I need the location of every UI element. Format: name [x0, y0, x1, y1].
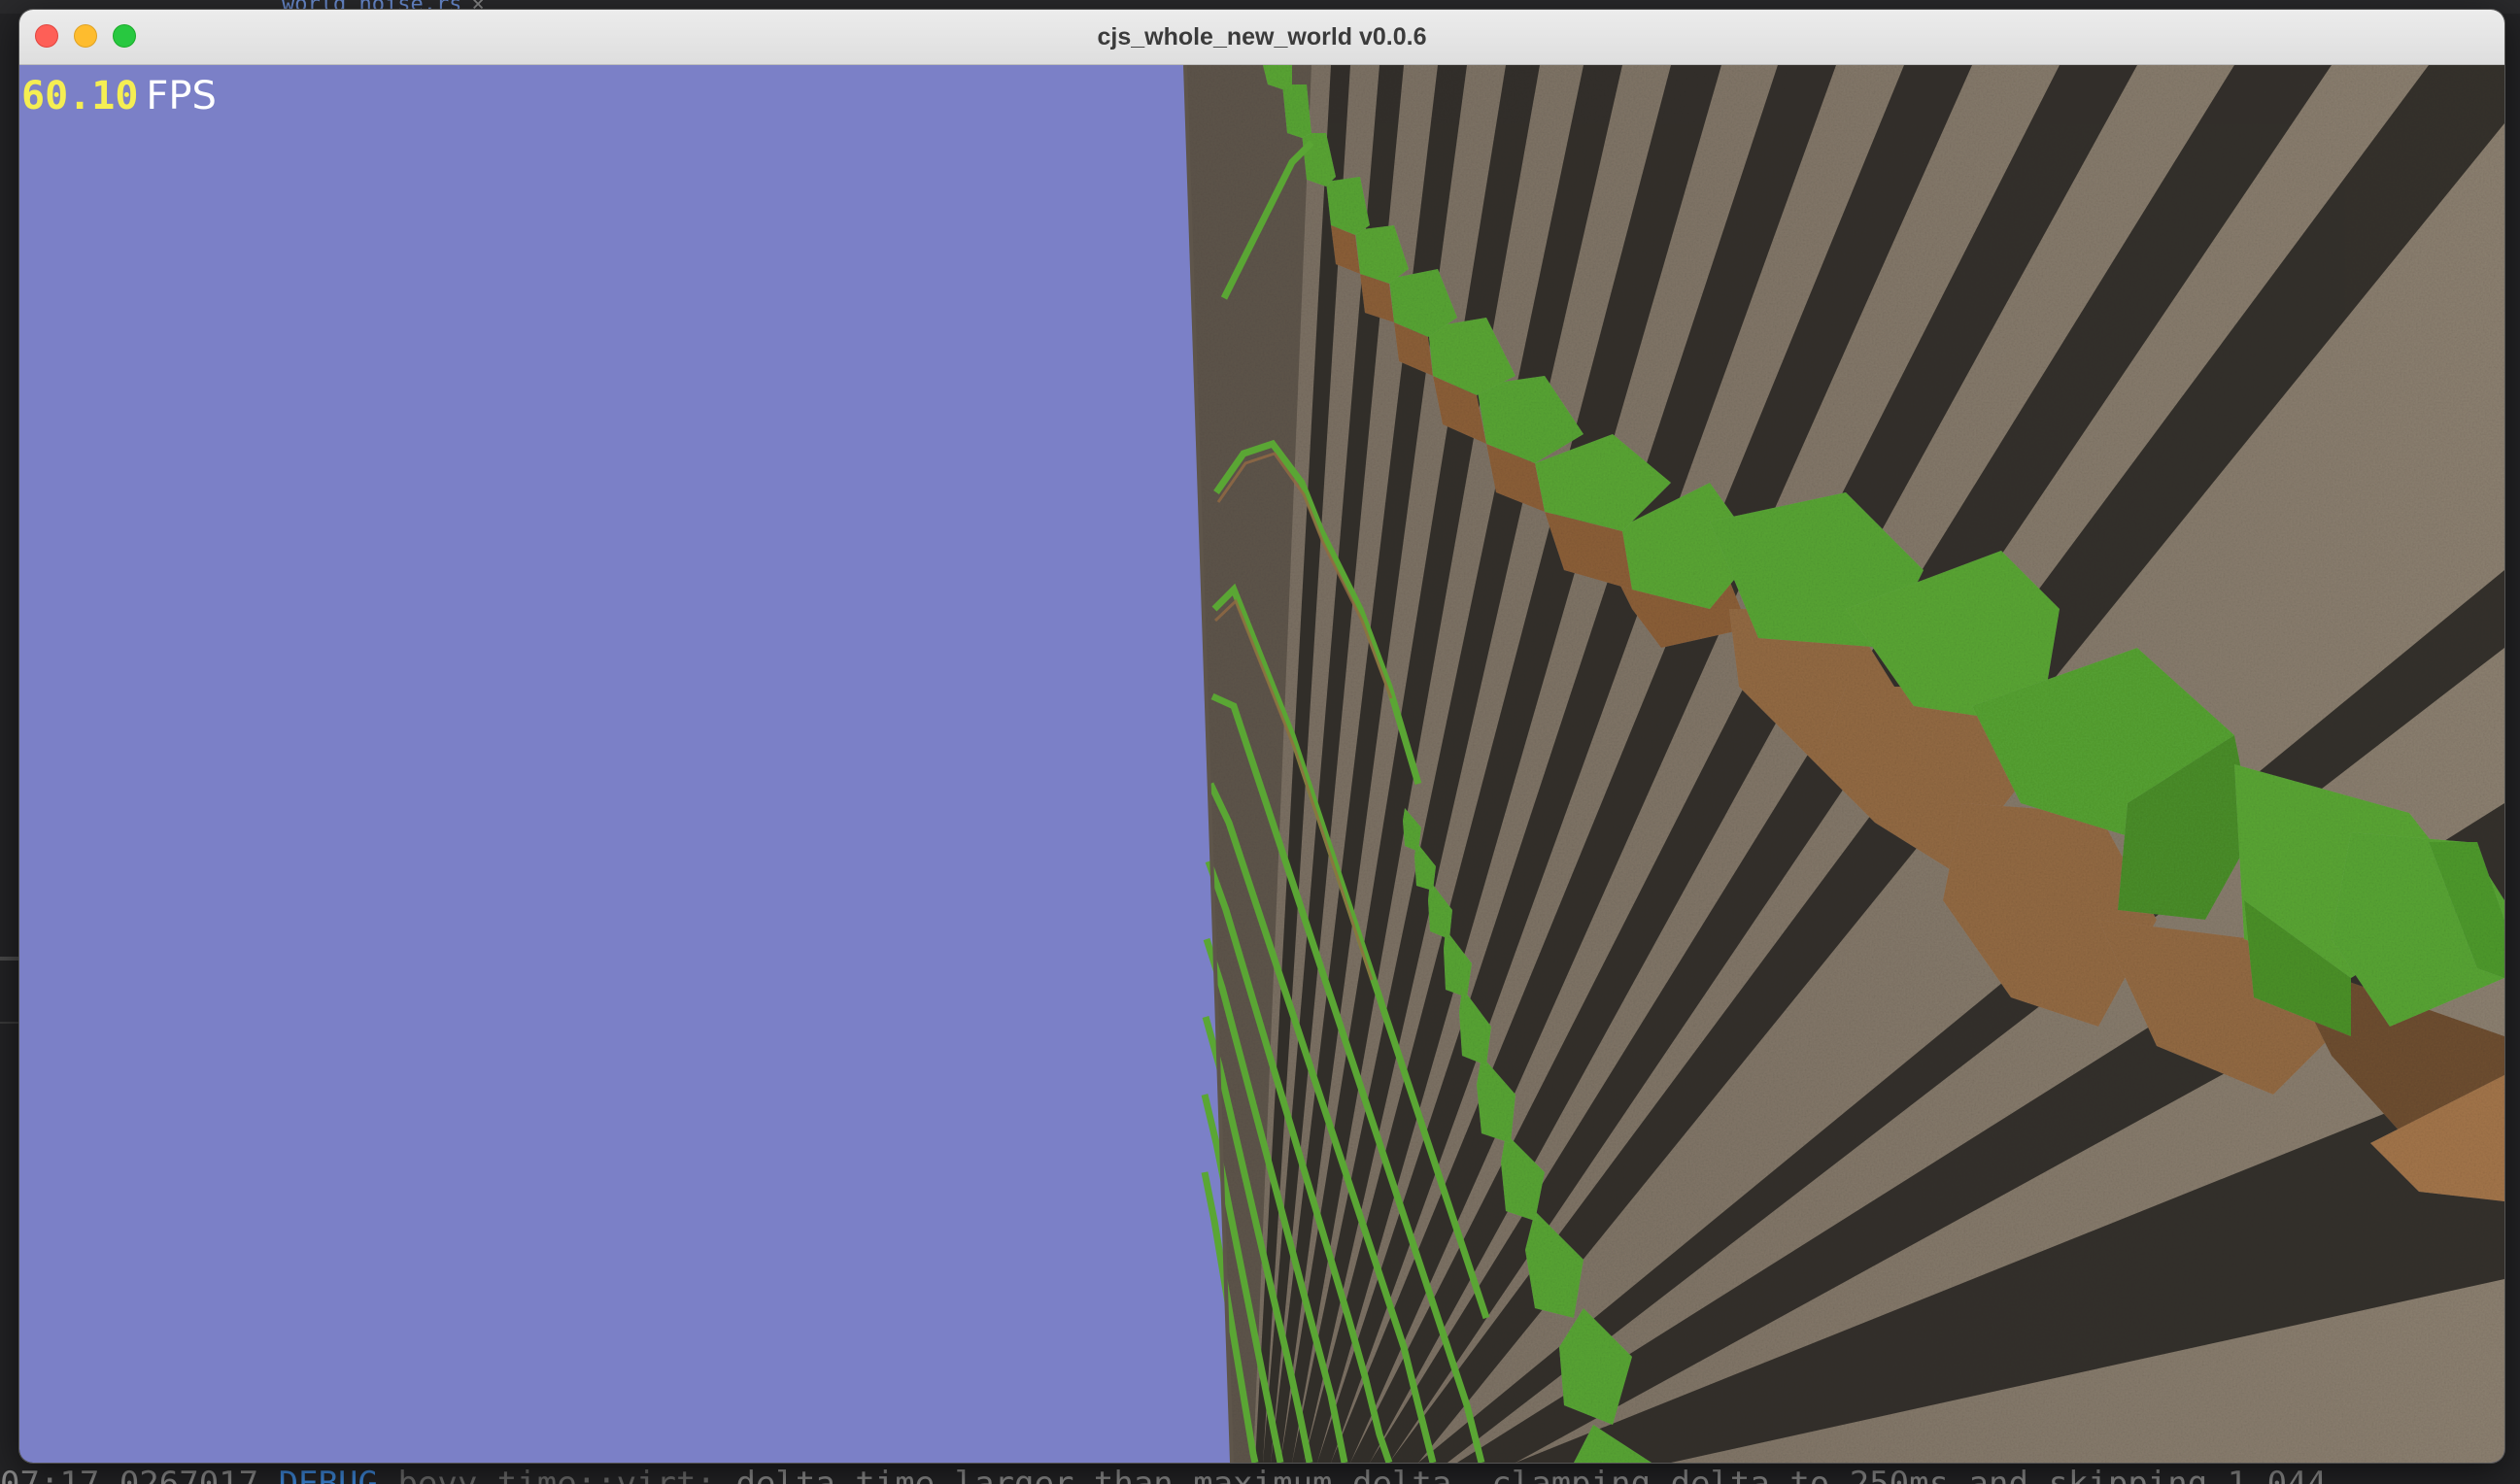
fps-counter: 60.10 FPS	[21, 73, 217, 119]
log-message: delta time larger than maximum delta, cl…	[735, 1465, 2328, 1484]
voxel-terrain-scene	[1183, 65, 2504, 1463]
desktop: world_noise.rs × 07:17.0267017 DEBUG bevy…	[0, 0, 2520, 1484]
log-time: 07:17.0267017	[0, 1465, 259, 1484]
background-terminal-log-line: 07:17.0267017 DEBUG bevy_time::virt: del…	[0, 1463, 2520, 1484]
window-zoom-button[interactable]	[113, 24, 136, 48]
window-titlebar[interactable]: cjs_whole_new_world v0.0.6	[19, 10, 2504, 65]
game-window: cjs_whole_new_world v0.0.6 60.10 FPS	[19, 10, 2504, 1463]
background-panel-divider	[0, 1022, 19, 1024]
window-close-button[interactable]	[35, 24, 58, 48]
window-minimize-button[interactable]	[74, 24, 97, 48]
game-viewport[interactable]: 60.10 FPS	[19, 65, 2504, 1463]
log-level: DEBUG	[278, 1465, 378, 1484]
window-title: cjs_whole_new_world v0.0.6	[1097, 23, 1427, 51]
log-module: bevy_time::virt:	[397, 1465, 716, 1484]
background-panel-divider	[0, 957, 19, 961]
fps-value: 60.10	[21, 74, 139, 118]
fps-label: FPS	[146, 74, 217, 118]
